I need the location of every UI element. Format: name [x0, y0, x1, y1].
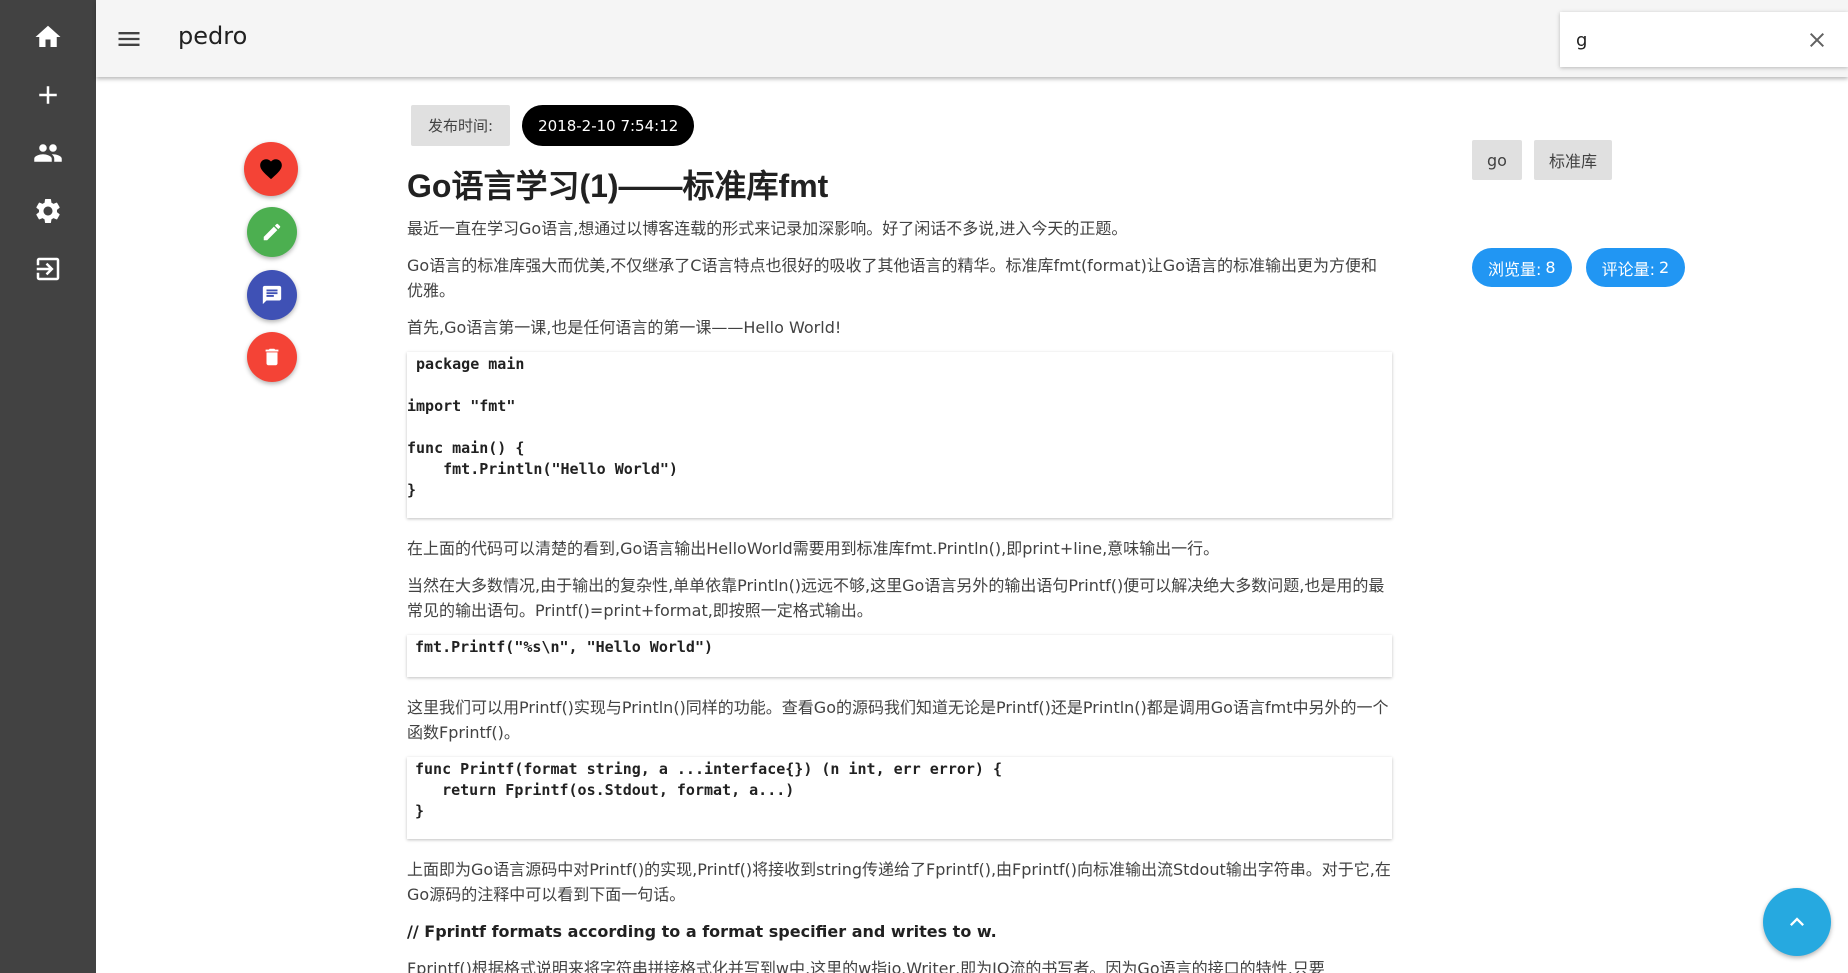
like-button[interactable] [244, 142, 298, 196]
search-box [1560, 12, 1848, 67]
gear-icon [36, 198, 60, 223]
comment-icon [262, 285, 282, 305]
search-input[interactable] [1576, 26, 1776, 54]
views-label: 浏览量: [1488, 259, 1542, 279]
sidebar-logout-button[interactable] [0, 240, 96, 298]
post-title: Go语言学习(1)——标准库fmt [407, 168, 829, 204]
article-paragraph: 首先,Go语言第一课,也是任何语言的第一课——Hello World! [407, 318, 842, 337]
app-title: pedro [178, 22, 248, 50]
post-stats: 浏览量: 8 评论量: 2 [1472, 248, 1686, 287]
comments-count: 2 [1659, 258, 1670, 277]
article-content: Go语言学习(1)——标准库fmt 最近一直在学习Go语言,想通过以博客连载的形… [407, 162, 1392, 973]
views-chip: 浏览量: 8 [1472, 248, 1572, 287]
menu-button[interactable] [108, 18, 150, 60]
publish-date-chip: 2018-2-10 7:54:12 [522, 105, 695, 146]
top-app-bar: pedro [96, 0, 1848, 77]
home-icon [35, 25, 61, 47]
article-paragraph-bold: // Fprintf formats according to a format… [407, 922, 997, 941]
sidebar-settings-button[interactable] [0, 182, 96, 240]
hamburger-menu-icon [118, 32, 140, 46]
plus-icon [39, 86, 57, 104]
post-meta: 发布时间: 2018-2-10 7:54:12 [411, 105, 695, 146]
pencil-icon [263, 223, 281, 241]
sidebar [0, 0, 96, 973]
code-block: func Printf(format string, a ...interfac… [407, 757, 1392, 839]
sidebar-add-button[interactable] [0, 66, 96, 124]
article-paragraph: Fprintf()根据格式说明来将字符串拼接格式化并写到w中,这里的w指io.W… [407, 959, 1325, 973]
comments-label: 评论量: [1601, 259, 1655, 279]
views-count: 8 [1545, 258, 1556, 277]
close-icon [1810, 33, 1824, 47]
search-clear-button[interactable] [1802, 25, 1832, 55]
article-paragraph: 上面即为Go语言源码中对Printf()的实现,Printf()将接收到stri… [407, 860, 1391, 904]
tag-chip-stdlib[interactable]: 标准库 [1533, 140, 1612, 180]
code-block: package main import "fmt" func main() { … [407, 352, 1392, 518]
sidebar-users-button[interactable] [0, 124, 96, 182]
scroll-to-top-button[interactable] [1763, 888, 1831, 956]
exit-icon [36, 257, 60, 281]
comments-chip: 评论量: 2 [1585, 248, 1686, 287]
article-paragraph: 在上面的代码可以清楚的看到,Go语言输出HelloWorld需要用到标准库fmt… [407, 539, 1220, 558]
tag-list: go 标准库 [1472, 140, 1612, 180]
article-paragraph: Go语言的标准库强大而优美,不仅继承了C语言特点也很好的吸收了其他语言的精华。标… [407, 256, 1377, 300]
delete-button[interactable] [247, 332, 297, 382]
sidebar-home-button[interactable] [0, 8, 96, 66]
code-block: fmt.Printf("%s\n", "Hello World") [407, 635, 1392, 677]
comment-button[interactable] [247, 270, 297, 320]
article-paragraph: 当然在大多数情况,由于输出的复杂性,单单依靠Println()远远不够,这里Go… [407, 576, 1385, 620]
chevron-up-icon [1790, 917, 1804, 926]
heart-icon [260, 159, 282, 180]
people-icon [34, 144, 62, 162]
tag-chip-go[interactable]: go [1472, 140, 1522, 180]
trash-icon [265, 348, 279, 366]
article-paragraph: 这里我们可以用Printf()实现与Println()同样的功能。查看Go的源码… [407, 698, 1389, 742]
edit-button[interactable] [247, 207, 297, 257]
publish-label: 发布时间: [411, 105, 511, 146]
article-paragraph: 最近一直在学习Go语言,想通过以博客连载的形式来记录加深影响。好了闲话不多说,进… [407, 219, 1128, 238]
